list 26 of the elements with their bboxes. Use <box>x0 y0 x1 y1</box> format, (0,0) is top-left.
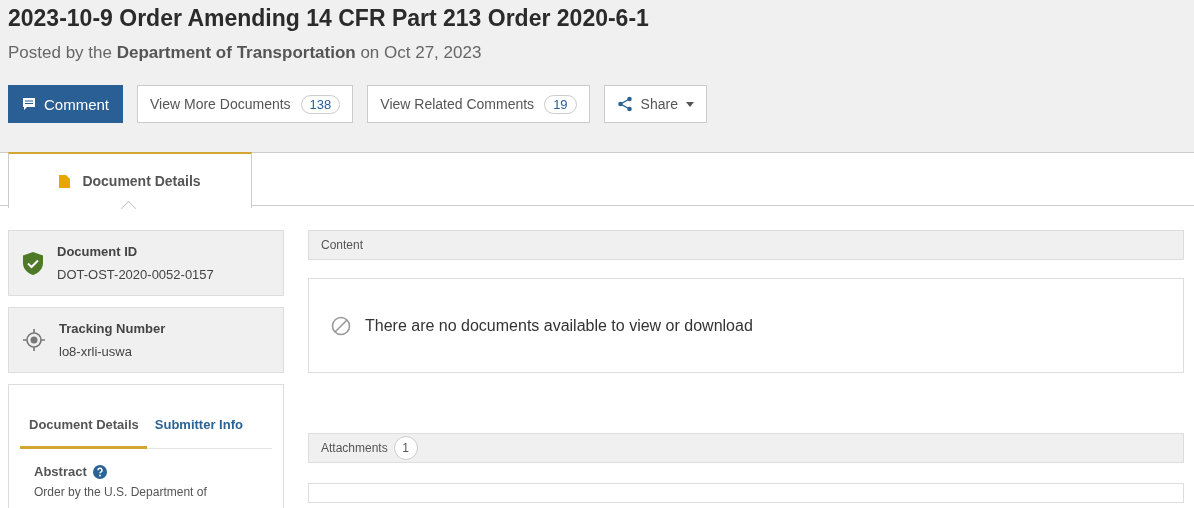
document-icon <box>59 174 71 188</box>
posted-by-text: Posted by the Department of Transportation on Oct 27, 2023 <box>8 43 483 63</box>
details-tab[interactable]: Document Details <box>20 411 147 449</box>
card-value: lo8-xrli-uswa <box>59 344 133 359</box>
prohibited-icon <box>331 315 351 336</box>
page-title: 2023-10-9 Order Amending 14 CFR Part 213 Order 2020-6-1 <box>8 4 650 32</box>
card-value: DOT-OST-2020-0052-0157 <box>57 267 214 282</box>
share-button[interactable]: Share <box>603 85 707 123</box>
empty-message: There are no documents available to view or download <box>365 316 753 335</box>
target-icon <box>23 329 45 351</box>
view-button[interactable]: View Related Comments 19 <box>367 85 590 123</box>
shield-check-icon <box>23 251 43 275</box>
card-label: Tracking Number <box>59 321 166 336</box>
details-tab[interactable]: Submitter Info <box>154 411 253 448</box>
comment-icon <box>22 97 36 111</box>
share-icon <box>616 96 633 112</box>
view-button[interactable]: View More Documents 138 <box>137 85 354 123</box>
card-label: Document ID <box>57 244 139 259</box>
comment-button[interactable]: Comment <box>8 85 124 123</box>
section-title: Attachments <box>321 441 388 455</box>
section-title: Content <box>321 238 364 252</box>
count-badge: 1 <box>393 436 418 460</box>
abstract-text: Order by the U.S. Department of <box>34 485 208 499</box>
help-icon[interactable] <box>92 464 107 479</box>
abstract-label: Abstract <box>34 464 87 479</box>
caret-icon <box>685 101 694 107</box>
